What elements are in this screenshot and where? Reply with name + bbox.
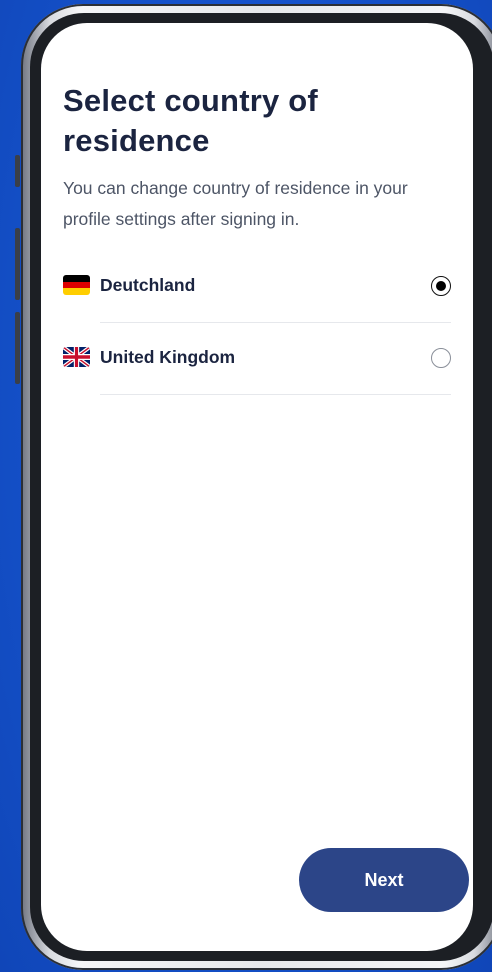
country-name: Deutchland (100, 275, 196, 295)
phone-frame: Select country of residence You can chan… (21, 4, 492, 970)
country-name: United Kingdom (100, 347, 236, 367)
volume-up-button (15, 228, 20, 300)
phone-screen: Select country of residence You can chan… (41, 23, 473, 951)
radio-dot (435, 280, 446, 291)
divider (100, 394, 451, 395)
page-subtitle: You can change country of residence in y… (63, 178, 408, 229)
silent-switch (15, 155, 20, 187)
uk-flag-icon (63, 347, 90, 367)
country-list: Deutchland United Kingdom (41, 251, 473, 395)
next-button[interactable]: Next (299, 848, 469, 912)
germany-flag-icon (63, 275, 90, 295)
page-title: Select country of residence (63, 83, 318, 158)
radio-selected[interactable] (431, 276, 451, 296)
radio-unselected[interactable] (431, 348, 451, 368)
volume-down-button (15, 312, 20, 384)
country-option-united-kingdom[interactable]: United Kingdom (41, 323, 473, 395)
country-option-deutchland[interactable]: Deutchland (41, 251, 473, 323)
